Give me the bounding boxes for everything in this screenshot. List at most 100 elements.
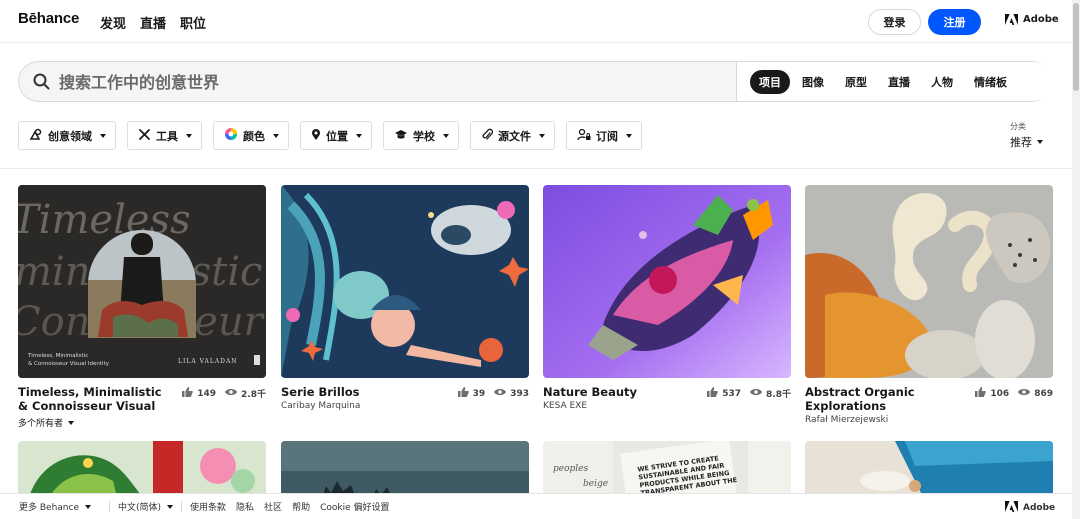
sort-dropdown[interactable]: 分类 推荐 — [1010, 121, 1043, 150]
project-thumbnail[interactable] — [281, 441, 529, 501]
likes-count: 39 — [472, 388, 486, 399]
terms-link[interactable]: 使用条款 — [190, 500, 226, 513]
login-button[interactable]: 登录 — [868, 9, 921, 35]
filter-tools[interactable]: 工具 — [127, 121, 202, 150]
owner-name[interactable]: Rafał Mierzejewski — [805, 415, 1053, 425]
filter-school[interactable]: 学校 — [383, 121, 459, 150]
adobe-logo-icon — [1005, 14, 1018, 25]
project-thumbnail[interactable] — [281, 185, 529, 378]
nav-jobs[interactable]: 职位 — [180, 13, 206, 32]
project-card[interactable]: Serie Brillos Caribay Marquina 39 393 — [281, 185, 529, 411]
search-type-tabs: 项目 图像 原型 直播 人物 情绪板 — [736, 62, 1053, 101]
main-nav: 发现 直播 职位 — [100, 13, 206, 32]
chevron-down-icon — [167, 504, 174, 509]
chevron-down-icon — [100, 133, 106, 138]
project-title[interactable]: Timeless, Minimalistic & Connoisseur Vis… — [18, 385, 168, 413]
filter-creative-field[interactable]: 创意领域 — [18, 121, 116, 150]
project-stats: 149 2.8千 — [182, 387, 266, 400]
more-behance-label: 更多 Behance — [19, 503, 79, 513]
chevron-down-icon — [356, 133, 362, 138]
thumbs-up-icon — [975, 387, 987, 400]
tab-projects[interactable]: 项目 — [750, 69, 790, 94]
project-card[interactable]: Timeless minimalistic Connoisseur Timele… — [18, 185, 266, 429]
signup-button[interactable]: 注册 — [928, 9, 981, 35]
project-stats: 106 869 — [975, 387, 1053, 400]
nav-livestream[interactable]: 直播 — [140, 13, 166, 32]
nav-discover[interactable]: 发现 — [100, 13, 126, 32]
privacy-link[interactable]: 隐私 — [236, 500, 254, 513]
eye-icon — [750, 388, 763, 399]
likes-count: 106 — [990, 388, 1010, 399]
project-title[interactable]: Nature Beauty — [543, 385, 693, 399]
svg-text:Timeless, Minimalistic: Timeless, Minimalistic — [27, 353, 88, 359]
adobe-label: Adobe — [1023, 503, 1056, 513]
views-count: 2.8千 — [241, 390, 266, 400]
tab-livestreams[interactable]: 直播 — [879, 70, 919, 94]
owner-name[interactable]: Caribay Marquina — [281, 401, 529, 411]
project-title[interactable]: Serie Brillos — [281, 385, 431, 399]
project-stats: 39 393 — [457, 387, 529, 400]
views-count: 869 — [1034, 388, 1053, 399]
chevron-down-icon — [186, 133, 192, 138]
search-bar: 项目 图像 原型 直播 人物 情绪板 — [18, 61, 1053, 102]
adobe-link[interactable]: Adobe — [1005, 14, 1059, 25]
filter-location[interactable]: 位置 — [300, 121, 372, 150]
project-stats: 537 8.8千 — [707, 387, 791, 400]
sort-value-row: 推荐 — [1010, 134, 1043, 150]
cookie-preferences-link[interactable]: Cookie 偏好设置 — [320, 500, 389, 513]
graduation-cap-icon — [394, 129, 408, 143]
project-thumbnail[interactable] — [805, 441, 1053, 501]
eye-icon — [225, 388, 238, 399]
more-behance-menu[interactable]: 更多 Behance — [19, 500, 91, 513]
svg-text:peoples: peoples — [553, 464, 588, 474]
owner-name[interactable]: KESA EXE — [543, 401, 791, 411]
divider — [0, 168, 1072, 169]
footer-adobe-link[interactable]: Adobe — [1005, 501, 1055, 515]
appreciations: 149 — [182, 387, 216, 400]
svg-text:LILA VALADAN: LILA VALADAN — [178, 358, 238, 365]
project-card[interactable]: Nature Beauty KESA EXE 537 8.8千 — [543, 185, 791, 411]
project-thumbnail[interactable]: Timeless minimalistic Connoisseur Timele… — [18, 185, 266, 378]
language-selector[interactable]: 中文(简体) — [118, 500, 174, 513]
adobe-logo-icon — [1005, 501, 1018, 515]
scrollbar-thumb[interactable] — [1073, 3, 1079, 91]
tab-prototypes[interactable]: 原型 — [836, 70, 876, 94]
help-link[interactable]: 帮助 — [292, 500, 310, 513]
footer-links: 使用条款 隐私 社区 帮助 Cookie 偏好设置 — [190, 500, 389, 513]
project-thumbnail[interactable] — [805, 185, 1053, 378]
tools-icon — [138, 128, 151, 144]
search-icon — [33, 73, 50, 94]
top-header: Bēhance 发现 直播 职位 登录 注册 Adobe — [0, 0, 1072, 43]
tab-images[interactable]: 图像 — [793, 70, 833, 94]
page-scrollbar[interactable] — [1072, 0, 1080, 519]
tab-people[interactable]: 人物 — [922, 70, 962, 94]
behance-logo[interactable]: Bēhance — [18, 10, 79, 27]
project-thumbnail[interactable] — [18, 441, 266, 501]
filter-color[interactable]: 颜色 — [213, 121, 289, 150]
paperclip-icon — [481, 128, 494, 144]
community-link[interactable]: 社区 — [264, 500, 282, 513]
svg-text:& Connoisseur Visual Identity: & Connoisseur Visual Identity — [28, 361, 110, 367]
chevron-down-icon — [443, 133, 449, 138]
thumbs-up-icon — [182, 387, 194, 400]
project-title[interactable]: Abstract Organic Explorations — [805, 385, 955, 413]
chevron-down-icon — [539, 133, 545, 138]
thumbs-up-icon — [707, 387, 719, 400]
tab-moodboards[interactable]: 情绪板 — [965, 70, 1016, 94]
user-lock-icon — [577, 128, 591, 144]
filter-subscription[interactable]: 订阅 — [566, 121, 642, 150]
color-wheel-icon — [224, 127, 238, 144]
filter-label: 订阅 — [596, 129, 618, 143]
chevron-down-icon — [68, 420, 75, 425]
project-thumbnail[interactable] — [543, 185, 791, 378]
search-input[interactable] — [59, 70, 729, 94]
eye-icon — [494, 388, 507, 399]
project-thumbnail[interactable]: WE STRIVE TO CREATE SUSTAINABLE AND FAIR… — [543, 441, 791, 501]
filter-source-files[interactable]: 源文件 — [470, 121, 555, 150]
filter-label: 学校 — [413, 129, 435, 143]
project-card[interactable]: Abstract Organic Explorations Rafał Mier… — [805, 185, 1053, 425]
multiple-owners-dropdown[interactable]: 多个所有者 — [18, 416, 266, 429]
likes-count: 537 — [722, 388, 742, 399]
svg-text:beige: beige — [583, 479, 608, 489]
thumbs-up-icon — [457, 387, 469, 400]
